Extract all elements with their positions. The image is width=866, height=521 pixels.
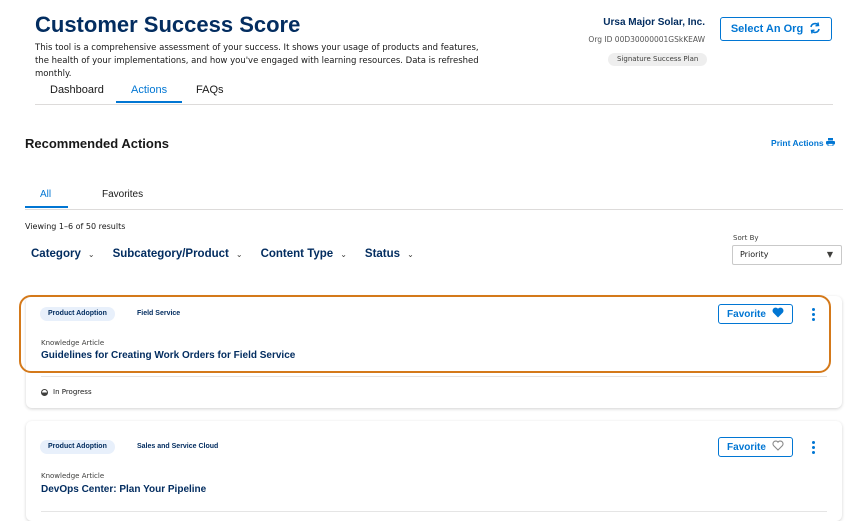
favorite-button[interactable]: Favorite (718, 304, 793, 324)
heart-filled-icon (772, 307, 784, 321)
chevron-down-icon: ⌄ (87, 249, 95, 259)
sort-label: Sort By (733, 234, 759, 242)
active-subtab-indicator (25, 206, 68, 208)
action-card: Product Adoption Sales and Service Cloud… (26, 421, 842, 521)
results-count: Viewing 1–6 of 50 results (25, 222, 126, 231)
subcategory-tag[interactable]: Field Service (137, 307, 180, 321)
section-title: Recommended Actions (25, 136, 169, 151)
filter-subcategory[interactable]: Subcategory/Product ⌄ (113, 248, 243, 260)
print-actions-link[interactable]: Print Actions (745, 138, 835, 148)
org-name: Ursa Major Solar, Inc. (603, 17, 705, 28)
heart-outline-icon (772, 440, 784, 454)
filter-subcategory-label: Subcategory/Product (112, 248, 229, 260)
tab-all[interactable]: All (40, 189, 51, 200)
select-org-label: Select An Org (730, 23, 804, 35)
select-org-button[interactable]: Select An Org (720, 17, 832, 41)
org-id: Org ID 00D30000001GSkKEAW (588, 35, 705, 44)
chevron-down-icon: ⌄ (407, 249, 414, 259)
favorite-label: Favorite (727, 441, 766, 453)
filter-status[interactable]: Status ⌄ (365, 248, 414, 260)
favorite-button[interactable]: Favorite (718, 437, 793, 457)
tab-favorites[interactable]: Favorites (102, 189, 143, 200)
article-title-link[interactable]: Guidelines for Creating Work Orders for … (41, 350, 295, 361)
page-description: This tool is a comprehensive assessment … (35, 43, 479, 79)
article-title-link[interactable]: DevOps Center: Plan Your Pipeline (41, 484, 206, 495)
filter-category-label: Category (31, 248, 81, 260)
print-actions-label: Print Actions (771, 138, 824, 148)
filter-status-label: Status (364, 248, 401, 260)
chevron-down-icon: ⌄ (340, 249, 347, 259)
content-type-label: Knowledge Article (41, 472, 105, 480)
action-card: Product Adoption Field Service Favorite … (26, 296, 842, 408)
tab-actions[interactable]: Actions (131, 84, 167, 96)
filter-bar: Category ⌄ Subcategory/Product ⌄ Content… (31, 248, 414, 260)
in-progress-icon (41, 388, 48, 396)
sync-icon (809, 21, 821, 37)
filter-tabs: All Favorites (25, 185, 843, 210)
filter-category[interactable]: Category ⌄ (31, 248, 95, 260)
plan-badge: Signature Success Plan (608, 53, 708, 66)
tab-faqs[interactable]: FAQs (196, 84, 224, 96)
filter-content-type-label: Content Type (260, 248, 334, 260)
category-tag[interactable]: Product Adoption (40, 307, 115, 321)
chevron-down-icon: ⌄ (235, 249, 243, 259)
card-divider (41, 511, 827, 512)
tab-dashboard[interactable]: Dashboard (50, 84, 104, 96)
page-title: Customer Success Score (35, 12, 301, 37)
status-text: In Progress (53, 388, 92, 396)
subcategory-tag[interactable]: Sales and Service Cloud (137, 440, 218, 454)
sort-select[interactable]: Priority ▼ (732, 245, 842, 265)
more-actions-icon[interactable] (808, 304, 818, 324)
favorite-label: Favorite (727, 308, 766, 320)
category-tag[interactable]: Product Adoption (40, 440, 115, 454)
more-actions-icon[interactable] (808, 437, 818, 457)
printer-icon (826, 138, 835, 148)
status-indicator: In Progress (41, 388, 92, 396)
content-type-label: Knowledge Article (41, 339, 105, 347)
active-tab-indicator (116, 101, 182, 103)
card-divider (41, 376, 827, 377)
filter-content-type[interactable]: Content Type ⌄ (261, 248, 347, 260)
main-tabs: Dashboard Actions FAQs (35, 80, 833, 105)
sort-selected-value: Priority (740, 250, 769, 259)
caret-down-icon: ▼ (826, 250, 833, 259)
